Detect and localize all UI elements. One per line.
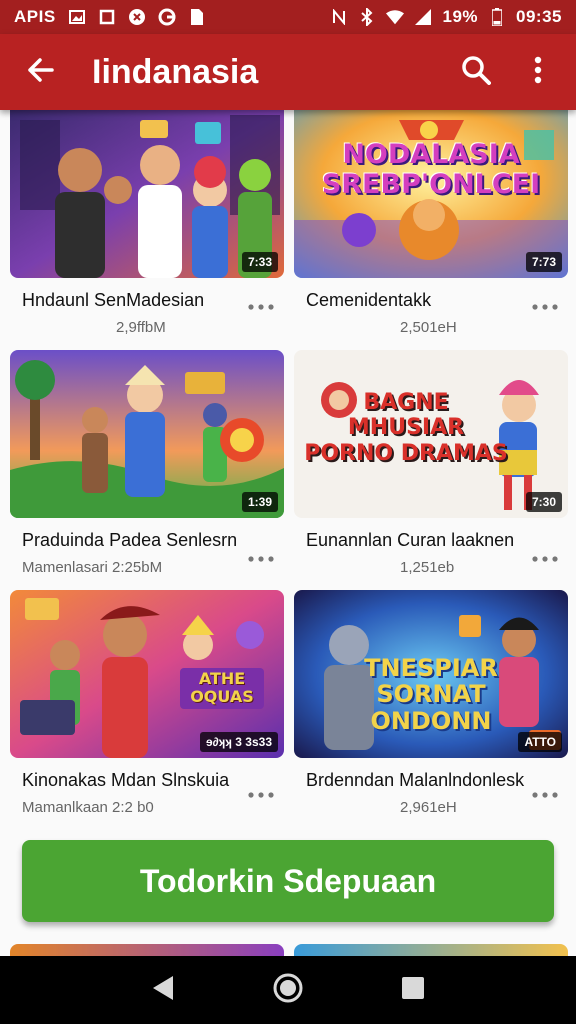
video-thumbnail[interactable]: BAGNE MHUSIAR PORNO DRAMAS 7:30 (294, 350, 568, 518)
duration-badge: ATTO (518, 732, 562, 752)
more-horizontal-icon (532, 297, 558, 315)
video-card[interactable]: ATHE OQUAS ɘ∂ʞʞ 3 3s33 Kinonakas Mdan Sl… (10, 590, 284, 816)
video-more-button[interactable] (246, 548, 276, 568)
video-thumbnail[interactable]: TNESPIAR SORNAT ONDONN ATTO (294, 590, 568, 758)
google-icon (158, 8, 176, 26)
thumbnail-caption-text: ATHE OQUAS (190, 669, 254, 707)
battery-icon (488, 8, 506, 26)
gallery-icon (68, 8, 86, 26)
video-views: Mamanlkaan 2:2 b0 (22, 799, 154, 816)
video-views: 2,501eH (400, 319, 457, 336)
arrow-left-icon (26, 56, 54, 89)
video-card[interactable]: BAGNE MHUSIAR PORNO DRAMAS 7:30 Eunannla… (294, 350, 568, 576)
more-horizontal-icon (532, 549, 558, 567)
video-thumbnail[interactable]: ATHE OQUAS ɘ∂ʞʞ 3 3s33 (10, 590, 284, 758)
more-horizontal-icon (248, 297, 274, 315)
page-title: Iindanasia (92, 52, 259, 91)
wifi-icon (386, 8, 405, 26)
circle-home-icon (272, 972, 304, 1009)
app-icon (128, 8, 146, 26)
thumbnail-caption: NODALASIA SREBP'ONLCEI (294, 140, 568, 199)
video-thumbnail[interactable]: 7:33 (10, 110, 284, 278)
stop-icon (98, 8, 116, 26)
video-card[interactable]: 1:39 Praduinda Padea Senlesrn Mamenlasar… (10, 350, 284, 576)
video-thumbnail-partial[interactable] (10, 944, 284, 956)
duration-badge: 7:33 (241, 252, 278, 272)
video-card[interactable]: NODALASIA SREBP'ONLCEI 7:73 Cemenidentak… (294, 110, 568, 336)
carrier-label: APIS (14, 7, 56, 26)
more-horizontal-icon (532, 785, 558, 803)
video-title: Eunannlan Curan laaknen (306, 530, 515, 550)
video-card[interactable]: TNESPIAR SORNAT ONDONN ATTO Brdenndan Ma… (294, 590, 568, 816)
more-vertical-icon (534, 56, 542, 89)
system-nav-bar (0, 956, 576, 1024)
thumbnail-caption-text: TNESPIAR SORNAT ONDONN (364, 654, 498, 735)
more-horizontal-icon (248, 549, 274, 567)
video-thumbnail[interactable]: NODALASIA SREBP'ONLCEI 7:73 (294, 110, 568, 278)
video-more-button[interactable] (530, 296, 560, 316)
signal-icon (414, 8, 432, 26)
file-icon (188, 8, 206, 26)
triangle-back-icon (151, 975, 175, 1006)
thumbnail-caption-text: BAGNE MHUSIAR PORNO DRAMAS (304, 390, 508, 466)
video-card[interactable]: 7:33 Hndaunl SenMadesian 2,9ffbM (10, 110, 284, 336)
back-button[interactable] (18, 50, 62, 94)
battery-percent: 19% (442, 7, 479, 26)
duration-badge: 7:30 (525, 492, 562, 512)
bluetooth-icon (358, 8, 376, 26)
more-horizontal-icon (248, 785, 274, 803)
thumbnail-caption: BAGNE MHUSIAR PORNO DRAMAS (304, 390, 508, 466)
video-title: Praduinda Padea Senlesrn (22, 530, 238, 550)
video-more-button[interactable] (530, 784, 560, 804)
search-button[interactable] (456, 52, 496, 92)
search-icon (461, 55, 491, 90)
app-bar: Iindanasia (0, 34, 576, 110)
duration-badge: ɘ∂ʞʞ 3 3s33 (200, 732, 278, 752)
video-more-button[interactable] (246, 784, 276, 804)
thumbnail-caption: ATHE OQUAS (180, 668, 264, 709)
nav-recents-button[interactable] (388, 965, 438, 1015)
video-more-button[interactable] (246, 296, 276, 316)
video-more-button[interactable] (530, 548, 560, 568)
video-feed[interactable]: 7:33 Hndaunl SenMadesian 2,9ffbM NODALAS… (0, 110, 576, 956)
video-thumbnail-partial[interactable] (294, 944, 568, 956)
video-title: Cemenidentakk (306, 290, 432, 310)
video-views: Mamenlasari 2:25bM (22, 559, 163, 576)
overflow-menu-button[interactable] (518, 52, 558, 92)
video-title: Kinonakas Mdan Slnskuia (22, 770, 230, 790)
video-views: 2,9ffbM (116, 319, 166, 336)
primary-action-button[interactable]: Todorkin Sdepuaan (22, 840, 554, 922)
clock: 09:35 (516, 7, 562, 26)
thumbnail-caption-text: NODALASIA SREBP'ONLCEI (321, 139, 541, 200)
nav-back-button[interactable] (138, 965, 188, 1015)
nav-home-button[interactable] (263, 965, 313, 1015)
nfc-icon (330, 8, 348, 26)
status-bar: APIS 19% 09:35 (0, 0, 576, 34)
video-title: Brdenndan Malanlndonlesk (306, 770, 525, 790)
duration-badge: 7:73 (525, 252, 562, 272)
square-recents-icon (401, 976, 425, 1005)
video-thumbnail[interactable]: 1:39 (10, 350, 284, 518)
thumbnail-caption: TNESPIAR SORNAT ONDONN (354, 655, 508, 734)
duration-badge: 1:39 (241, 492, 278, 512)
video-title: Hndaunl SenMadesian (22, 290, 205, 310)
